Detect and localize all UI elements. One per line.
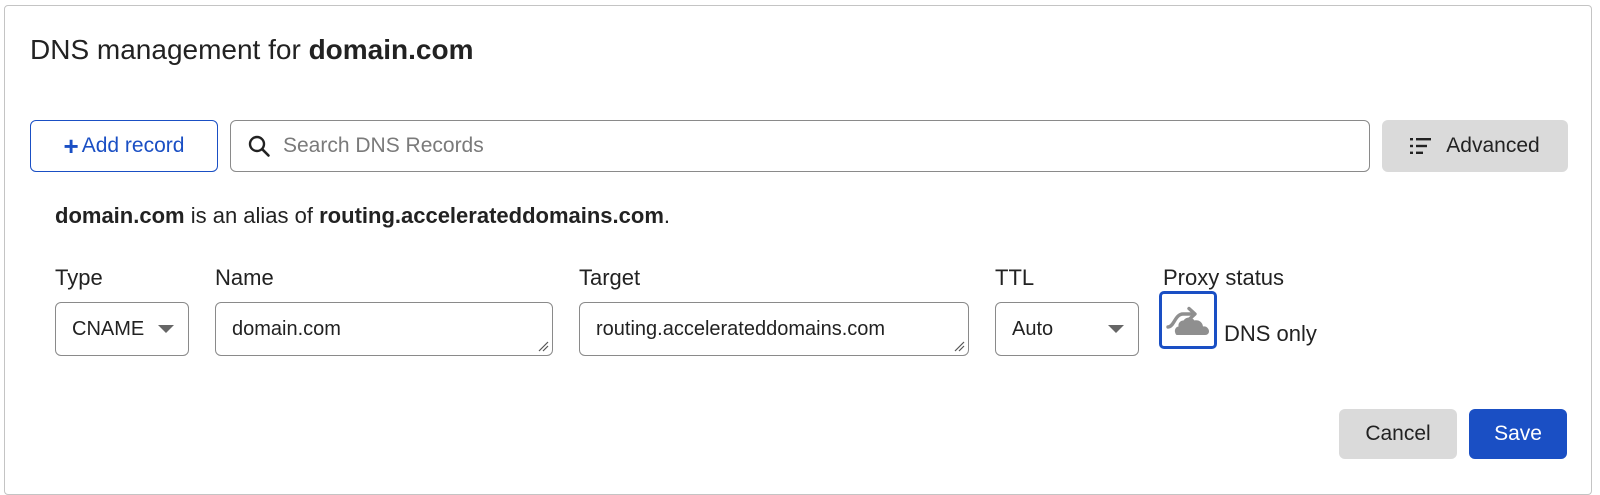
alias-middle-text: is an alias of <box>190 203 313 228</box>
cloud-dns-only-icon <box>1166 306 1209 335</box>
ttl-label: TTL <box>995 265 1035 290</box>
alias-note: domain.com is an alias of routing.accele… <box>55 200 670 232</box>
proxy-status-label: Proxy status <box>1163 265 1285 290</box>
advanced-button[interactable]: Advanced <box>1382 120 1568 172</box>
type-select[interactable]: CNAME <box>55 302 189 356</box>
title-prefix: DNS management for <box>30 34 301 65</box>
search-bar[interactable] <box>230 120 1370 172</box>
save-button[interactable]: Save <box>1469 409 1567 459</box>
ttl-select[interactable]: Auto <box>995 302 1139 356</box>
resize-handle-icon[interactable] <box>537 340 549 352</box>
page-title: DNS management for domain.com <box>30 30 474 70</box>
advanced-label: Advanced <box>1446 134 1540 157</box>
alias-end-text: . <box>663 203 671 228</box>
filter-list-icon <box>1410 138 1432 154</box>
name-value: domain.com <box>232 317 341 340</box>
chevron-down-icon <box>158 325 174 333</box>
alias-target: routing.accelerateddomains.com <box>319 203 664 228</box>
proxy-status-toggle[interactable] <box>1159 291 1217 349</box>
name-field[interactable]: domain.com <box>215 302 553 356</box>
plus-icon: + <box>63 131 79 161</box>
name-label: Name <box>215 265 274 290</box>
cancel-button[interactable]: Cancel <box>1339 409 1457 459</box>
add-record-button[interactable]: + Add record <box>30 120 218 172</box>
alias-domain: domain.com <box>55 203 185 228</box>
ttl-value: Auto <box>1012 317 1054 340</box>
search-input[interactable] <box>281 133 1345 159</box>
target-label: Target <box>579 265 641 290</box>
title-domain: domain.com <box>308 34 474 65</box>
target-value: routing.accelerateddomains.com <box>596 317 886 340</box>
add-record-label: Add record <box>81 134 185 157</box>
search-icon <box>248 135 270 157</box>
target-field[interactable]: routing.accelerateddomains.com <box>579 302 969 356</box>
chevron-down-icon <box>1108 325 1124 333</box>
proxy-status-value: DNS only <box>1224 321 1317 346</box>
type-label: Type <box>55 265 103 290</box>
type-value: CNAME <box>72 317 145 340</box>
resize-handle-icon[interactable] <box>953 340 965 352</box>
